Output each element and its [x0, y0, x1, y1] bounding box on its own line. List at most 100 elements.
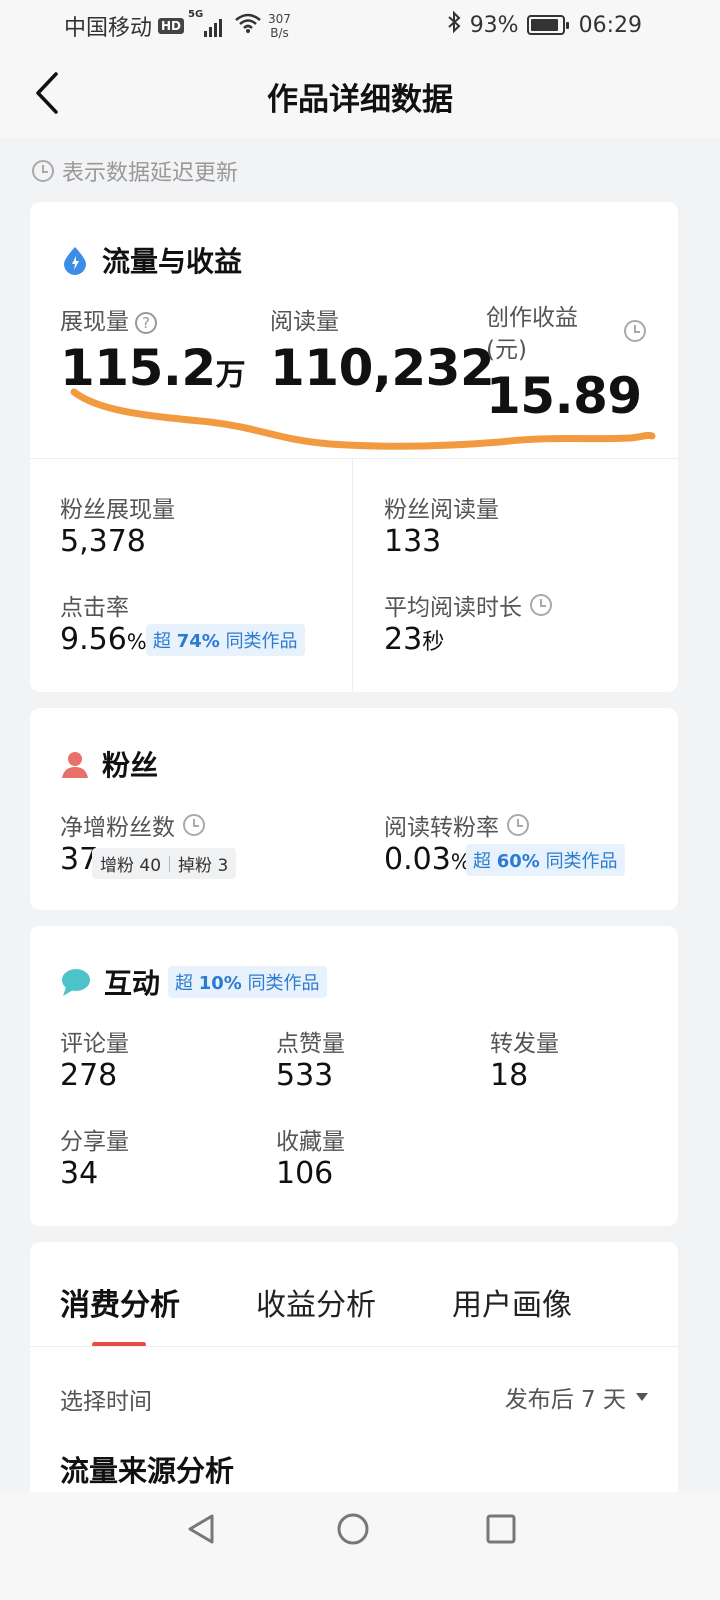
- avg-read-value: 23秒: [384, 622, 444, 657]
- nav-home-icon[interactable]: [336, 1512, 370, 1546]
- impressions-label-text: 展现量: [60, 309, 129, 335]
- reposts-value: 18: [490, 1058, 529, 1093]
- tag-suffix: 同类作品: [247, 973, 320, 994]
- interaction-benchmark-tag: 超 10% 同类作品: [168, 966, 327, 998]
- delay-notice: 表示数据延迟更新: [32, 155, 238, 187]
- interaction-section-title: 互动: [104, 967, 161, 1000]
- likes-label: 点赞量: [276, 1031, 345, 1057]
- carrier-name: 中国移动: [64, 16, 153, 41]
- delay-notice-text: 表示数据延迟更新: [62, 161, 239, 186]
- system-nav-bar: [0, 1492, 720, 1600]
- fan-impressions-value: 5,378: [60, 524, 146, 559]
- lost-label: 掉粉: [178, 856, 213, 876]
- shares-label: 分享量: [60, 1129, 129, 1155]
- favorites-value: 106: [276, 1156, 334, 1191]
- fan-reads-label: 粉丝阅读量: [384, 497, 499, 523]
- tab-user-profile[interactable]: 用户画像: [452, 1280, 572, 1324]
- conversion-number: 0.03: [384, 842, 451, 877]
- conversion-benchmark-tag: 超 60% 同类作品: [466, 844, 625, 876]
- wifi-icon: [234, 12, 262, 40]
- fans-card: 粉丝 净增粉丝数 37 增粉 40 掉粉 3 阅读转粉率 0.03% 超 60%…: [30, 708, 678, 910]
- comments-value: 278: [60, 1058, 118, 1093]
- analysis-card: 消费分析 收益分析 用户画像 选择时间 发布后 7 天 流量来源分析: [30, 1242, 678, 1502]
- avg-read-label: 平均阅读时长: [384, 588, 552, 622]
- fan-impressions-label: 粉丝展现量: [60, 497, 175, 523]
- impressions-label: 展现量?: [60, 302, 157, 336]
- network-type: 5G: [188, 9, 204, 20]
- divider: [352, 458, 353, 692]
- gain-label: 增粉: [100, 856, 134, 876]
- conversion-label: 阅读转粉率: [384, 808, 529, 842]
- fans-section-header: 粉丝: [60, 744, 158, 784]
- net-speed-value: 307: [268, 12, 291, 26]
- shares-value: 34: [60, 1156, 99, 1191]
- lost-item: 掉粉 3: [178, 851, 228, 876]
- net-gain-label-text: 净增粉丝数: [60, 815, 175, 841]
- hd-badge: HD: [158, 18, 185, 34]
- clock-icon: [32, 160, 54, 182]
- income-label-text: 创作收益: [486, 305, 578, 331]
- divider: [30, 1346, 678, 1347]
- lost-value: 3: [217, 856, 229, 876]
- divider: [30, 458, 678, 459]
- tag-prefix: 超: [473, 851, 491, 872]
- ctr-number: 9.56: [60, 622, 127, 657]
- help-icon[interactable]: ?: [135, 311, 157, 334]
- favorites-label: 收藏量: [276, 1129, 345, 1155]
- fans-section-title: 粉丝: [102, 749, 159, 782]
- clock-icon: [530, 594, 552, 616]
- ctr-unit: %: [126, 630, 147, 654]
- signal-icon: 5G: [188, 9, 223, 37]
- ctr-value: 9.56%: [60, 622, 147, 657]
- interaction-section-header: 互动: [60, 962, 160, 1002]
- avg-read-number: 23: [384, 622, 423, 657]
- time-select-label: 选择时间: [60, 1389, 152, 1415]
- net-speed-unit: B/s: [270, 26, 289, 40]
- nav-bar: 作品详细数据: [0, 48, 720, 138]
- bluetooth-icon: [446, 10, 462, 40]
- tab-consumption[interactable]: 消费分析: [60, 1280, 180, 1324]
- interaction-card: 互动 超 10% 同类作品 评论量 278 点赞量 533 转发量 18 分享量…: [30, 926, 678, 1226]
- annotation-underline: [70, 388, 656, 450]
- tag-prefix: 超: [153, 631, 171, 652]
- time-select-value: 发布后 7 天: [504, 1387, 626, 1413]
- tag-percent: 60%: [496, 851, 540, 872]
- divider: [169, 855, 171, 872]
- net-speed: 307 B/s: [268, 12, 291, 40]
- time-select-dropdown[interactable]: 发布后 7 天: [505, 1380, 648, 1414]
- chat-bubble-icon: [62, 969, 90, 996]
- nav-recents-icon[interactable]: [484, 1512, 518, 1546]
- fan-change-breakdown: 增粉 40 掉粉 3: [92, 848, 237, 879]
- tag-percent: 10%: [198, 973, 242, 994]
- status-bar: 中国移动 HD 5G 307 B/s 93% 06:29: [0, 0, 720, 48]
- conversion-label-text: 阅读转粉率: [384, 815, 499, 841]
- tab-income[interactable]: 收益分析: [256, 1280, 376, 1324]
- traffic-section-header: 流量与收益: [60, 240, 242, 280]
- tag-suffix: 同类作品: [545, 851, 618, 872]
- traffic-icon: [64, 247, 86, 275]
- net-gain-label: 净增粉丝数: [60, 808, 205, 842]
- person-icon: [62, 752, 88, 778]
- nav-back-icon[interactable]: [184, 1512, 218, 1546]
- likes-value: 533: [276, 1058, 334, 1093]
- clock-icon: [507, 814, 529, 836]
- ctr-benchmark-tag: 超 74% 同类作品: [146, 624, 305, 656]
- reads-label: 阅读量: [270, 309, 339, 335]
- income-label: 创作收益 (元): [486, 302, 578, 366]
- tag-suffix: 同类作品: [225, 631, 298, 652]
- clock-icon: [624, 320, 646, 342]
- reposts-label: 转发量: [490, 1031, 559, 1057]
- battery-percent: 93%: [469, 12, 519, 38]
- battery-icon: [526, 15, 569, 35]
- caret-down-icon: [636, 1393, 648, 1401]
- page-title: 作品详细数据: [267, 82, 453, 118]
- fan-reads-value: 133: [384, 524, 442, 559]
- gain-item: 增粉 40: [100, 851, 161, 876]
- traffic-income-card: 流量与收益 展现量? 115.2万 阅读量 110,232 创作收益 (元) 1…: [30, 202, 678, 692]
- avg-read-label-text: 平均阅读时长: [384, 595, 522, 621]
- traffic-section-title: 流量与收益: [102, 245, 243, 278]
- tag-percent: 74%: [176, 631, 220, 652]
- income-unit-label: (元): [486, 337, 527, 363]
- avg-read-unit: 秒: [422, 630, 445, 655]
- clock-time: 06:29: [578, 12, 642, 38]
